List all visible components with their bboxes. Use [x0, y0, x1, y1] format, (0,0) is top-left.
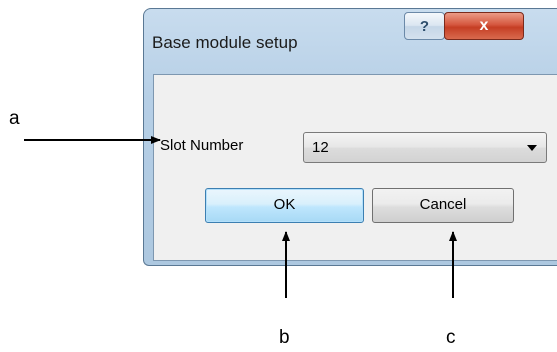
- annotation-label-c: c: [446, 327, 456, 348]
- annotation-arrows: [24, 136, 457, 298]
- annotation-label-a: a: [9, 108, 20, 129]
- annotation-label-b: b: [279, 327, 290, 348]
